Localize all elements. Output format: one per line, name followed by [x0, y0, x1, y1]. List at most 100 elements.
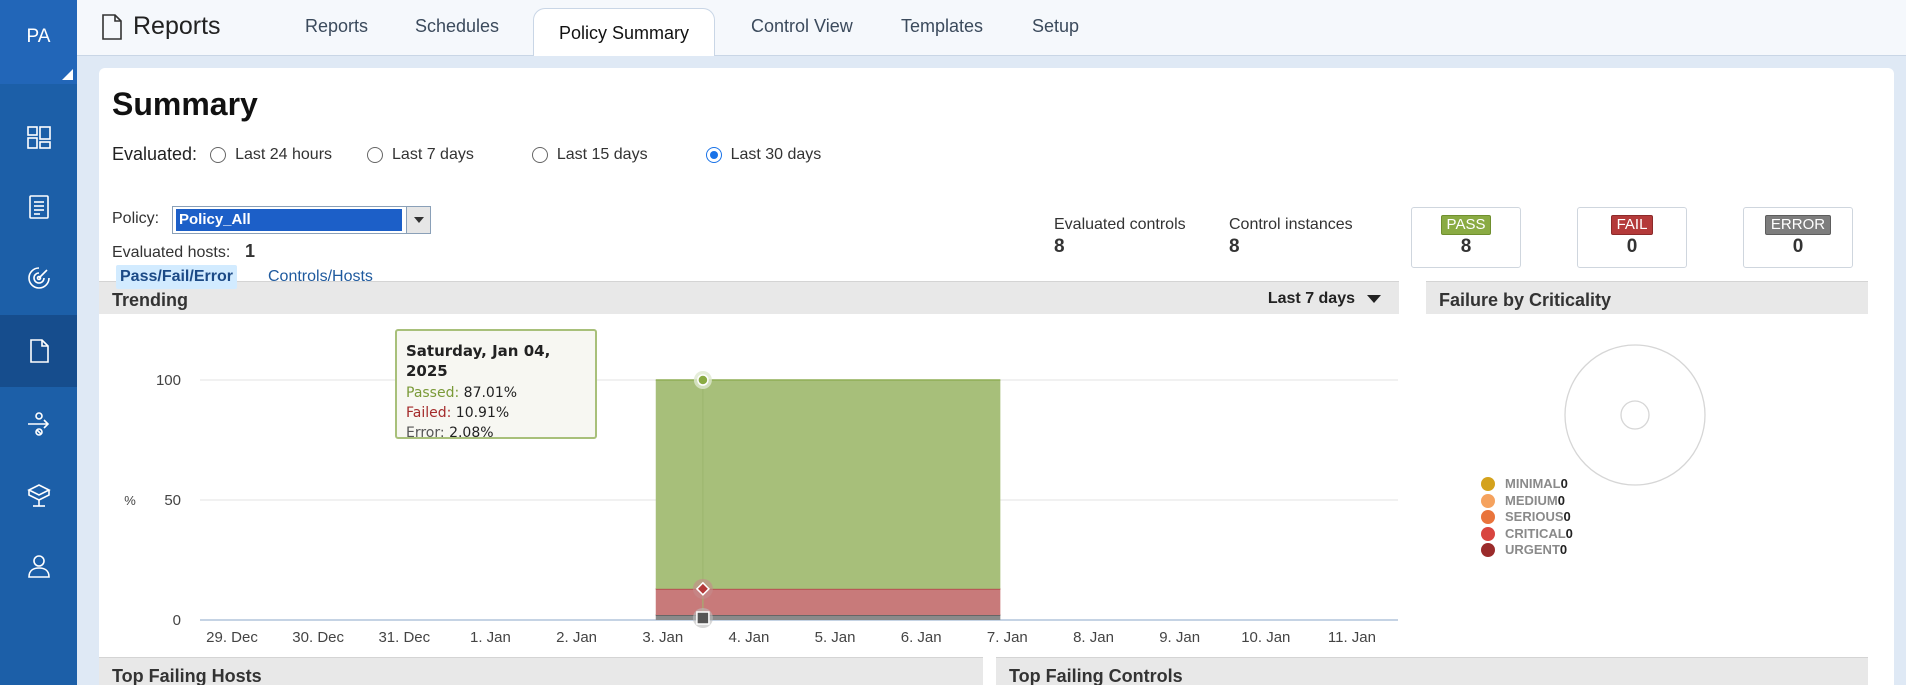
x-tick-label: 6. Jan	[901, 629, 942, 646]
error-marker	[696, 611, 710, 625]
tab-templates[interactable]: Templates	[901, 16, 983, 37]
legend-dot	[1481, 510, 1495, 525]
policy-select-value[interactable]: Policy_All	[176, 209, 402, 231]
radio-last-15-days[interactable]: Last 15 days	[531, 145, 648, 164]
criticality-header: Failure by Criticality	[1426, 281, 1868, 314]
tooltip-error-label: Error:	[406, 425, 445, 441]
legend-label: MEDIUM	[1505, 492, 1558, 508]
legend-minimal: MINIMAL 0	[1481, 476, 1573, 493]
dropdown-arrow-icon[interactable]	[406, 207, 430, 233]
legend-count: 0	[1565, 525, 1573, 541]
criticality-donut	[1564, 344, 1706, 486]
radio-label: Last 15 days	[556, 145, 648, 163]
fail-badge: FAIL	[1610, 215, 1654, 235]
legend-dot	[1481, 526, 1495, 541]
control-instances-stat: Control instances 8	[1229, 216, 1353, 258]
subtab-controls-hosts[interactable]: Controls/Hosts	[264, 265, 377, 289]
radio-circle[interactable]	[210, 146, 227, 163]
evaluated-controls-value: 8	[1054, 236, 1065, 257]
x-tick-label: 30. Dec	[292, 629, 344, 646]
brand-logo[interactable]: PA	[0, 0, 77, 84]
radio-label: Last 30 days	[730, 145, 822, 163]
policy-label: Policy:	[112, 210, 160, 227]
donut-outer-ring	[1564, 344, 1706, 486]
radio-circle[interactable]	[705, 146, 722, 163]
y-tick-label: 100	[156, 372, 181, 389]
x-tick-label: 11. Jan	[1328, 629, 1376, 646]
nav-dashboard[interactable]	[0, 101, 77, 173]
tab-control-view[interactable]: Control View	[751, 16, 853, 37]
legend-medium: MEDIUM 0	[1481, 493, 1573, 510]
x-tick-label: 2. Jan	[556, 629, 597, 646]
legend-critical: CRITICAL 0	[1481, 526, 1573, 543]
radio-label: Last 7 days	[392, 145, 474, 163]
error-kpi[interactable]: ERROR 0	[1743, 207, 1853, 268]
evaluated-hosts-value: 1	[245, 241, 256, 261]
criticality-title: Failure by Criticality	[1439, 290, 1612, 310]
pass-kpi[interactable]: PASS 8	[1411, 207, 1521, 268]
radio-last-24-hours[interactable]: Last 24 hours	[210, 146, 332, 164]
legend-dot	[1481, 493, 1495, 508]
policy-select[interactable]: Policy_All	[172, 206, 431, 234]
tooltip-date: Saturday, Jan 04, 2025	[406, 342, 551, 380]
nav-document-list[interactable]	[0, 171, 77, 243]
x-tick-label: 5. Jan	[815, 629, 856, 646]
brand-text: PA	[26, 26, 51, 47]
evaluated-hosts-label: Evaluated hosts:	[112, 244, 231, 261]
top-bar: Reports Reports Schedules Policy Summary…	[77, 0, 1906, 56]
y-tick-label: 50	[164, 492, 181, 509]
x-tick-label: 7. Jan	[987, 629, 1028, 646]
tab-setup[interactable]: Setup	[1032, 16, 1079, 37]
control-instances-label: Control instances	[1229, 216, 1353, 233]
corner-triangle-icon	[62, 69, 73, 80]
x-tick-label: 8. Jan	[1073, 629, 1114, 646]
tab-policy-summary[interactable]: Policy Summary	[533, 8, 716, 56]
error-badge: ERROR	[1764, 215, 1832, 235]
x-tick-label: 3. Jan	[642, 629, 683, 646]
tab-schedules[interactable]: Schedules	[415, 16, 499, 37]
tooltip-error-value: 2.08%	[449, 425, 494, 441]
legend-label: SERIOUS	[1505, 509, 1564, 524]
legend-label: MINIMAL	[1505, 476, 1561, 491]
tab-reports[interactable]: Reports	[305, 16, 368, 37]
page-title: Summary	[112, 86, 258, 122]
legend-count: 0	[1557, 492, 1565, 508]
pass-count: 8	[1460, 236, 1472, 257]
donut-inner-ring	[1620, 400, 1650, 430]
radio-last-30-days[interactable]: Last 30 days	[705, 145, 822, 164]
evaluated-label: Evaluated:	[112, 144, 198, 164]
top-failing-controls-title: Top Failing Controls	[1009, 666, 1183, 685]
legend-dot	[1481, 477, 1495, 492]
radio-last-7-days[interactable]: Last 7 days	[367, 146, 474, 164]
pass-badge: PASS	[1440, 215, 1492, 235]
legend-serious: SERIOUS 0	[1481, 509, 1573, 526]
radio-circle[interactable]	[367, 146, 384, 163]
x-tick-label: 29. Dec	[206, 629, 258, 646]
tooltip-passed-value: 87.01%	[463, 385, 518, 401]
tooltip-failed-label: Failed:	[406, 405, 452, 421]
top-failing-hosts-title: Top Failing Hosts	[112, 666, 262, 685]
criticality-legend: MINIMAL 0 MEDIUM 0 SERIOUS 0 CRITICAL 0 URGE…	[1481, 476, 1573, 559]
x-tick-label: 1. Jan	[470, 629, 511, 646]
tooltip-passed-label: Passed:	[406, 385, 460, 401]
y-tick-label: 0	[173, 612, 181, 629]
x-tick-label: 10. Jan	[1241, 629, 1290, 646]
subtab-pass-fail-error[interactable]: Pass/Fail/Error	[116, 265, 237, 289]
legend-urgent: URGENT 0	[1481, 542, 1573, 559]
chart-tooltip: Saturday, Jan 04, 2025 Passed: 87.01% Fa…	[395, 329, 597, 441]
area-passed	[655, 380, 1001, 589]
x-tick-label: 9. Jan	[1159, 629, 1200, 646]
dashboard-icon	[26, 126, 51, 149]
trending-chart: 0 50 100% 29. Dec 30. Dec 31. Dec 1. Jan 2. Jan…	[124, 371, 1398, 646]
fail-kpi[interactable]: FAIL 0	[1577, 207, 1687, 268]
radio-circle[interactable]	[531, 146, 548, 163]
x-tick-label: 4. Jan	[728, 629, 769, 646]
top-failing-controls-header: Top Failing Controls	[996, 657, 1868, 685]
radar-icon	[27, 267, 50, 289]
page-icon	[102, 13, 122, 40]
evaluated-controls-stat: Evaluated controls 8	[1054, 216, 1186, 258]
passed-marker	[697, 374, 709, 386]
legend-label: CRITICAL	[1505, 525, 1566, 541]
radio-label: Last 24 hours	[235, 145, 333, 163]
y-axis-label: %	[124, 493, 136, 508]
